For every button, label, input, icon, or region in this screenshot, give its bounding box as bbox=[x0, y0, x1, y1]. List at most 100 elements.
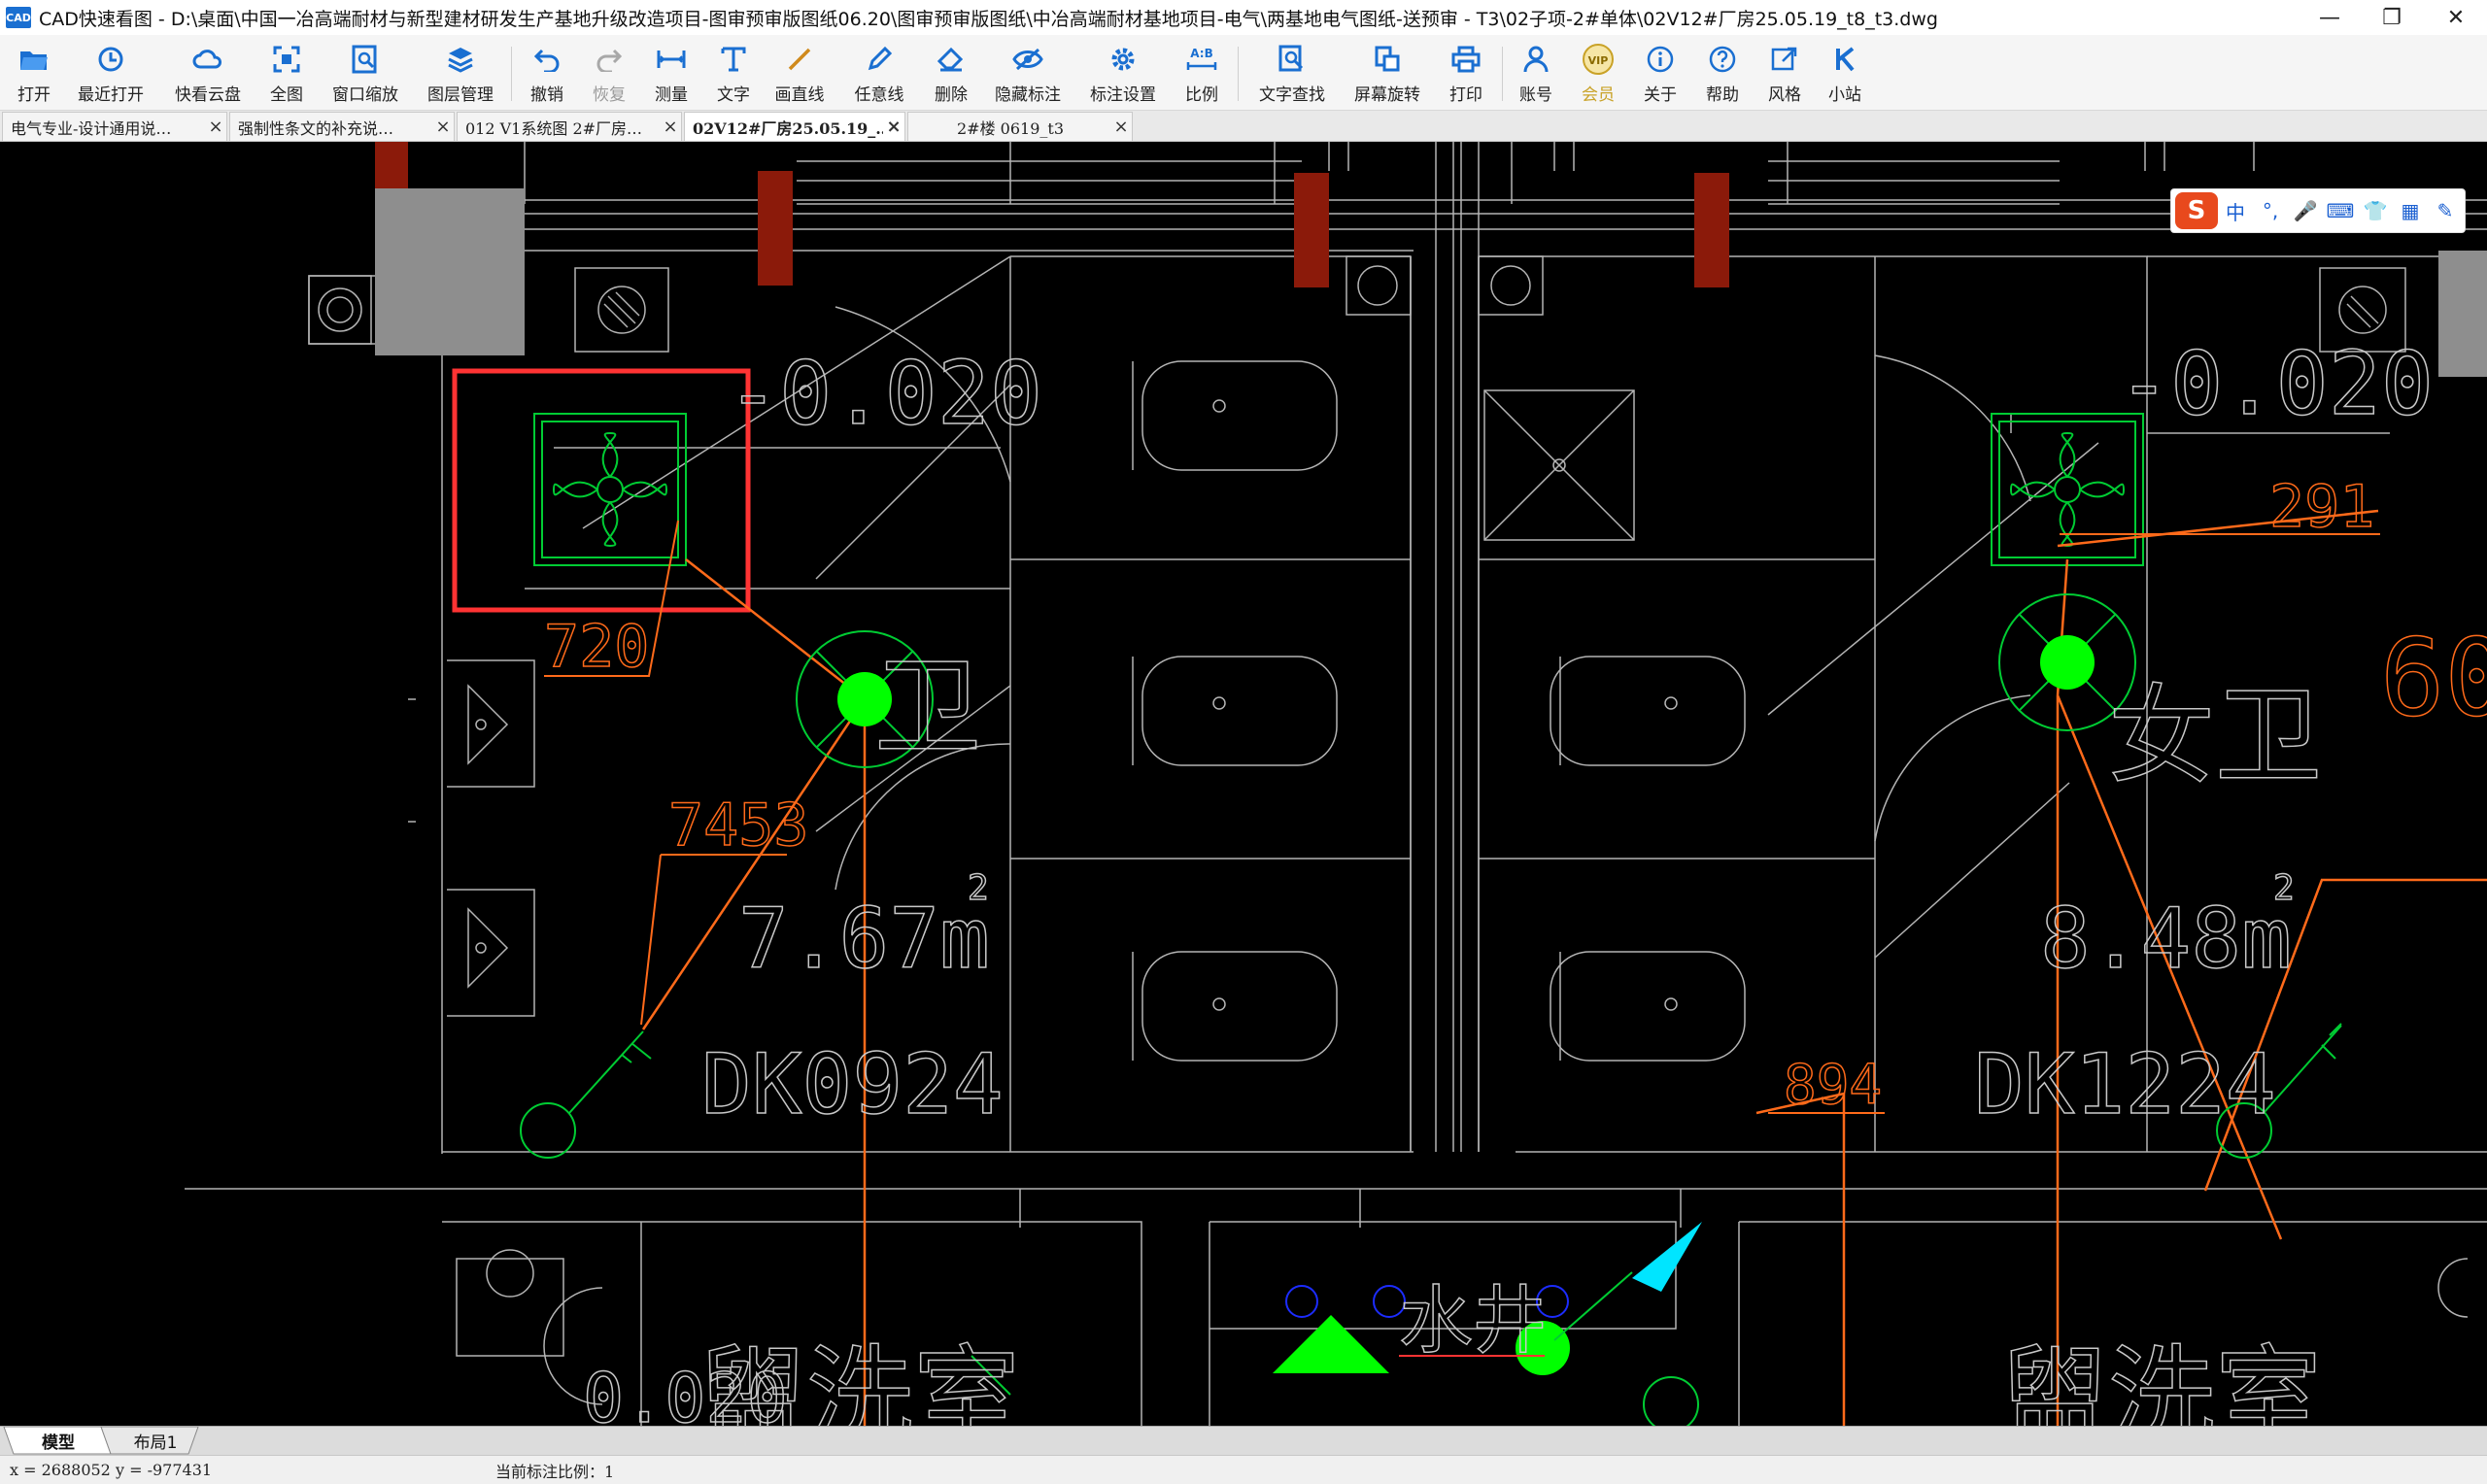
printer-icon bbox=[1449, 43, 1482, 76]
text-search-button[interactable]: 文字查找 bbox=[1253, 39, 1331, 107]
user-icon bbox=[1519, 43, 1552, 76]
layer-manager-button[interactable]: 图层管理 bbox=[424, 39, 497, 107]
dimension-label: 60 bbox=[2380, 616, 2487, 740]
title-bar: CAD CAD快速看图 - D:\桌面\中国一冶高端耐材与新型建材研发生产基地升… bbox=[0, 0, 2487, 35]
about-button[interactable]: 关于 bbox=[1638, 39, 1683, 107]
status-bar: x = 2688052 y = -977431 当前标注比例：1 bbox=[0, 1455, 2487, 1484]
microphone-icon[interactable]: 🎤 bbox=[2288, 199, 2323, 222]
cloud-disk-button[interactable]: 快看云盘 bbox=[169, 39, 247, 107]
account-button[interactable]: 账号 bbox=[1514, 39, 1558, 107]
window-title: CAD快速看图 - D:\桌面\中国一冶高端耐材与新型建材研发生产基地升级改造项… bbox=[39, 8, 1938, 30]
close-tab-icon[interactable]: × bbox=[205, 117, 226, 137]
text-tool-button[interactable]: 文字 bbox=[711, 39, 756, 107]
superscript-label: 2 bbox=[968, 868, 989, 908]
svg-text:VIP: VIP bbox=[1588, 54, 1609, 67]
grey-column-block bbox=[2438, 251, 2487, 377]
tab-model[interactable]: 模型 bbox=[19, 1427, 97, 1454]
maximize-button[interactable]: ❐ bbox=[2361, 0, 2423, 35]
tab-mandatory-clauses[interactable]: 强制性条文的补充说… × bbox=[229, 112, 455, 141]
clock-history-icon bbox=[94, 43, 127, 76]
close-tab-icon[interactable]: × bbox=[1110, 117, 1132, 137]
svg-text:A:B: A:B bbox=[1190, 47, 1212, 60]
dimension-label: 291 bbox=[2269, 473, 2374, 541]
grey-column-block bbox=[375, 188, 525, 355]
room-name-label: 卫 bbox=[874, 645, 981, 769]
cad-labels: -0.020 -0.020 7.67m 8.48m DK0924 DK1224 … bbox=[582, 332, 2435, 1426]
redo-icon bbox=[593, 43, 626, 76]
scale-ratio-icon: A:B bbox=[1185, 43, 1218, 76]
tab-building-2[interactable]: 2#楼 0619_t3 × bbox=[907, 112, 1133, 141]
toolbar-separator bbox=[1502, 47, 1503, 101]
line-icon bbox=[783, 43, 816, 76]
tab-system-diagram[interactable]: 012 V1系统图 2#厂房… × bbox=[457, 112, 682, 141]
recent-open-button[interactable]: 最近打开 bbox=[72, 39, 150, 107]
mini-station-button[interactable]: 小站 bbox=[1823, 39, 1867, 107]
close-tab-icon[interactable]: × bbox=[432, 117, 454, 137]
vip-member-button[interactable]: VIP 会员 bbox=[1576, 39, 1620, 107]
app-logo-icon: CAD bbox=[6, 7, 31, 28]
eraser-icon bbox=[935, 43, 968, 76]
shower-box bbox=[1483, 389, 1635, 541]
current-scale-status: 当前标注比例：1 bbox=[495, 1462, 615, 1481]
dimension-leaders bbox=[544, 520, 2380, 1114]
redo-button[interactable]: 恢复 bbox=[587, 39, 631, 107]
style-button[interactable]: 风格 bbox=[1762, 39, 1807, 107]
room-code-label: DK0924 bbox=[701, 1036, 1004, 1133]
more-tools-icon[interactable]: ✎ bbox=[2428, 199, 2463, 222]
minimize-button[interactable]: — bbox=[2299, 0, 2361, 35]
zoom-window-icon bbox=[349, 43, 382, 76]
toolbar-separator bbox=[1238, 47, 1239, 101]
mark-settings-button[interactable]: 标注设置 bbox=[1084, 39, 1162, 107]
cad-drawing-canvas[interactable]: -0.020 -0.020 7.67m 8.48m DK0924 DK1224 … bbox=[0, 142, 2487, 1426]
window-zoom-button[interactable]: 窗口缩放 bbox=[328, 39, 402, 107]
toolbar-separator bbox=[511, 47, 512, 101]
dimension-label: 7453 bbox=[668, 792, 809, 860]
measure-button[interactable]: 测量 bbox=[649, 39, 694, 107]
room-name-label: 水井 bbox=[1399, 1277, 1547, 1364]
apps-grid-icon[interactable]: ▦ bbox=[2393, 199, 2428, 222]
tab-design-notes[interactable]: 电气专业-设计通用说… × bbox=[2, 112, 227, 141]
document-tabs: 电气专业-设计通用说… × 强制性条文的补充说… × 012 V1系统图 2#厂房…… bbox=[0, 111, 2487, 142]
delete-button[interactable]: 删除 bbox=[929, 39, 973, 107]
cad-drawing: -0.020 -0.020 7.67m 8.48m DK0924 DK1224 … bbox=[185, 142, 2487, 1426]
tab-layout1[interactable]: 布局1 bbox=[113, 1427, 198, 1454]
print-button[interactable]: 打印 bbox=[1444, 39, 1488, 107]
scale-button[interactable]: A:B 比例 bbox=[1179, 39, 1224, 107]
skin-shirt-icon[interactable]: 👕 bbox=[2358, 199, 2393, 222]
undo-icon bbox=[530, 43, 563, 76]
screen-rotate-button[interactable]: 屏幕旋转 bbox=[1348, 39, 1426, 107]
ime-chinese-mode[interactable]: 中 bbox=[2218, 197, 2253, 225]
dimension-label: 720 bbox=[544, 613, 649, 681]
ime-toolbar[interactable]: S 中 °, 🎤 ⌨ 👕 ▦ ✎ bbox=[2170, 188, 2466, 233]
elevation-label: 0.020 bbox=[583, 1359, 788, 1426]
main-toolbar: 打开 最近打开 快看云盘 全图 窗口缩放 图层管理 撤销 恢复 测量 文字 画直… bbox=[0, 35, 2487, 111]
tab-factory-drawing[interactable]: 02V12#厂房25.05.19_… × bbox=[684, 112, 905, 141]
open-button[interactable]: 打开 bbox=[10, 39, 58, 107]
folder-open-icon bbox=[17, 43, 51, 76]
area-label: 8.48m bbox=[2040, 891, 2292, 988]
fit-screen-icon bbox=[270, 43, 303, 76]
exhaust-fan-left bbox=[533, 413, 687, 566]
keyboard-icon[interactable]: ⌨ bbox=[2323, 199, 2358, 222]
rotate-icon bbox=[1371, 43, 1404, 76]
pencil-icon bbox=[863, 43, 896, 76]
help-button[interactable]: 帮助 bbox=[1700, 39, 1745, 107]
close-tab-icon[interactable]: × bbox=[883, 117, 904, 137]
freeline-button[interactable]: 任意线 bbox=[849, 39, 909, 107]
full-view-button[interactable]: 全图 bbox=[264, 39, 309, 107]
eye-hidden-icon bbox=[1011, 43, 1044, 76]
close-tab-icon[interactable]: × bbox=[660, 117, 681, 137]
dimension-label: 894 bbox=[1784, 1054, 1882, 1117]
superscript-label: 2 bbox=[2273, 868, 2295, 908]
sogou-logo-icon[interactable]: S bbox=[2175, 192, 2218, 229]
undo-button[interactable]: 撤销 bbox=[525, 39, 569, 107]
close-window-button[interactable]: ✕ bbox=[2425, 0, 2487, 35]
draw-line-button[interactable]: 画直线 bbox=[769, 39, 830, 107]
room-name-label: 盥洗室 bbox=[2001, 1334, 2322, 1426]
squat-toilets bbox=[1132, 360, 1746, 1062]
vip-badge-icon: VIP bbox=[1582, 43, 1615, 76]
layers-icon bbox=[444, 43, 477, 76]
hide-marks-button[interactable]: 隐藏标注 bbox=[989, 39, 1067, 107]
ime-punctuation-icon[interactable]: °, bbox=[2253, 199, 2288, 222]
cursor-coordinates: x = 2688052 y = -977431 bbox=[10, 1461, 213, 1479]
